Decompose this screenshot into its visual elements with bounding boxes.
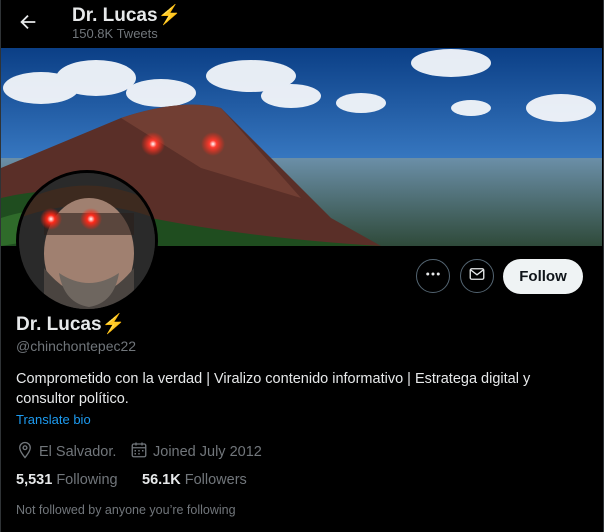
calendar-icon (130, 441, 153, 463)
joined-text: Joined July 2012 (153, 444, 262, 460)
following-count: 5,531 (16, 472, 53, 488)
location-pin-icon (16, 441, 39, 463)
more-icon (424, 265, 442, 288)
follow-button[interactable]: Follow (503, 259, 583, 294)
message-button[interactable] (460, 259, 494, 293)
profile-header-bar: Dr. Lucas⚡ 150.8K Tweets (0, 0, 604, 48)
back-arrow-icon[interactable] (17, 11, 39, 33)
not-followed-notice: Not followed by anyone you’re following (16, 503, 236, 517)
followers-count: 56.1K (142, 472, 181, 488)
envelope-icon (468, 265, 486, 288)
profile-avatar[interactable] (16, 170, 158, 312)
followers-link[interactable]: 56.1K Followers (142, 472, 247, 488)
followers-label: Followers (184, 472, 247, 488)
profile-name: Dr. Lucas⚡ (16, 314, 126, 335)
profile-location: El Salvador. (16, 441, 116, 463)
following-link[interactable]: 5,531 Following (16, 472, 118, 488)
profile-bio: Comprometido con la verdad | Viralizo co… (16, 371, 531, 407)
header-profile-name: Dr. Lucas⚡ (72, 5, 182, 26)
header-tweet-count: 150.8K Tweets (72, 26, 158, 41)
profile-handle: @chinchontepec22 (16, 338, 137, 354)
more-options-button[interactable] (416, 259, 450, 293)
translate-bio-link[interactable]: Translate bio (16, 412, 91, 427)
location-text: El Salvador. (39, 444, 117, 460)
following-label: Following (56, 472, 118, 488)
profile-joined-date: Joined July 2012 (130, 441, 262, 463)
